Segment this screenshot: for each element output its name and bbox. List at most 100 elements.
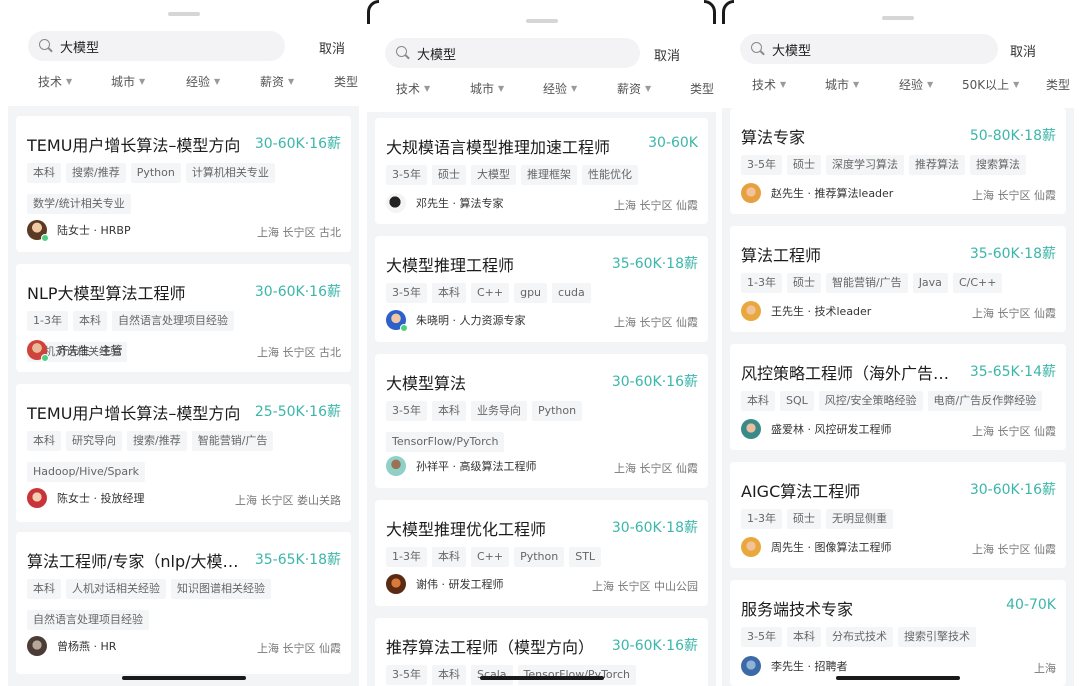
job-tag: 硕士 (431, 165, 466, 185)
cancel-button[interactable]: 取消 (1010, 41, 1036, 60)
chevron-down-icon: ▼ (498, 84, 505, 93)
chevron-down-icon: ▼ (424, 84, 431, 93)
job-salary: 35-60K·18薪 (969, 246, 1056, 262)
sheet-grabber[interactable] (525, 19, 558, 23)
job-tag: STL (569, 547, 602, 567)
recruiter: 李先生 · 招聘者 (741, 655, 848, 677)
job-title: 算法专家 (741, 128, 806, 147)
filter-label: 技术 (396, 82, 421, 96)
job-card[interactable]: TEMU用户增长算法–模型方向 25-50K·16薪 本科 研究导向 搜索/推荐 智能… (16, 384, 351, 522)
job-card[interactable]: 算法工程师 35-60K·18薪 1-3年 硕士 智能营销/广告 Java C/C++ … (730, 226, 1066, 332)
job-tag: 深度学习算法 (825, 155, 904, 175)
job-tag: 3-5年 (386, 665, 427, 685)
filter-type[interactable]: 类型 (334, 73, 358, 90)
filter-label: 城市 (825, 78, 850, 92)
job-tags: 3-5年 硕士 大模型 推理框架 性能优化 (386, 163, 698, 194)
filter-experience[interactable]: 经验 ▼ (543, 80, 577, 97)
job-salary: 30-60K·16薪 (254, 136, 341, 152)
recruiter: 孙祥平 · 高级算法工程师 (386, 455, 537, 477)
job-tag: 搜索算法 (969, 155, 1026, 175)
job-tag: gpu (514, 283, 548, 303)
filter-tech[interactable]: 技术 ▼ (752, 76, 786, 93)
job-tag: 1-3年 (741, 509, 782, 529)
job-tag: 计算机相关专业 (185, 163, 275, 183)
home-indicator (836, 676, 960, 680)
job-card[interactable]: 服务端技术专家 40-70K 3-5年 本科 分布式技术 搜索引擎技术 李先生 · 招… (730, 580, 1066, 686)
filter-salary[interactable]: 50K以上 ▼ (962, 76, 1019, 93)
filter-type[interactable]: 类型 (1046, 76, 1070, 93)
job-tag: Python (130, 163, 181, 183)
recruiter: 曾杨燕 · HR (27, 635, 116, 657)
job-tag: 3-5年 (741, 627, 782, 647)
recruiter-name: 曾杨燕 · HR (57, 640, 117, 653)
search-input[interactable]: 大模型 (740, 34, 998, 64)
filter-type[interactable]: 类型 (690, 80, 714, 97)
recruiter-name: 赵先生 · 推荐算法leader (771, 187, 894, 200)
screen-corner (704, 0, 716, 24)
job-tag: 人机对话相关经验 (66, 579, 166, 599)
job-title: 算法工程师 (741, 246, 822, 265)
filter-city[interactable]: 城市 ▼ (825, 76, 859, 93)
job-location: 上海 长宁区 仙霞 (614, 316, 698, 329)
filter-label: 50K以上 (962, 78, 1010, 92)
job-card[interactable]: 算法专家 50-80K·18薪 3-5年 硕士 深度学习算法 推荐算法 搜索算法 赵先生… (730, 108, 1066, 214)
screen-corner (367, 0, 379, 24)
search-input[interactable]: 大模型 (28, 31, 285, 61)
job-tag: 无明显侧重 (825, 509, 893, 529)
job-location: 上海 长宁区 中山公园 (592, 580, 698, 593)
job-tag: 本科 (27, 579, 61, 599)
job-tag: Python (531, 401, 583, 421)
filter-label: 类型 (334, 75, 359, 89)
filter-salary[interactable]: 薪资 ▼ (617, 80, 651, 97)
recruiter: 朱晓明 · 人力资源专家 (386, 309, 526, 332)
job-card[interactable]: 算法工程师/专家（nlp/大模… 35-65K·18薪 本科 人机对话相关经验 知识… (16, 532, 351, 674)
recruiter: 赵先生 · 推荐算法leader (741, 182, 893, 204)
sheet-grabber[interactable] (882, 16, 914, 20)
job-tag: 数学/统计相关专业 (27, 194, 131, 214)
chevron-down-icon: ▼ (66, 77, 73, 86)
job-tag: 硕士 (786, 509, 821, 529)
filter-experience[interactable]: 经验 ▼ (186, 73, 220, 90)
job-card[interactable]: 大模型推理优化工程师 30-60K·18薪 1-3年 本科 C++ Python STL… (375, 500, 708, 606)
job-tag: C/C++ (952, 273, 1003, 293)
search-header: 大模型 取消 技术 ▼ 城市 ▼ 经验 ▼ 50K以上 ▼ 类型 (722, 0, 1074, 108)
filter-tech[interactable]: 技术 ▼ (38, 73, 72, 90)
job-card[interactable]: 大模型推理工程师 35-60K·18薪 3-5年 本科 C++ gpu cuda 朱晓明… (375, 236, 708, 342)
job-card[interactable]: 大规模语言模型推理加速工程师 30-60K 3-5年 硕士 大模型 推理框架 性能优化 … (375, 118, 708, 224)
job-tag: 分布式技术 (825, 627, 893, 647)
job-title: 大模型推理优化工程师 (386, 520, 547, 539)
cancel-button[interactable]: 取消 (319, 38, 345, 57)
job-tag: 研究导向 (66, 431, 122, 451)
filter-salary[interactable]: 薪资 ▼ (260, 73, 294, 90)
online-indicator (400, 324, 408, 332)
job-title: 大规模语言模型推理加速工程师 (386, 138, 611, 157)
job-card[interactable]: AIGC算法工程师 30-60K·16薪 1-3年 硕士 无明显侧重 周先生 · 图… (730, 462, 1066, 568)
filter-bar: 技术 ▼ 城市 ▼ 经验 ▼ 50K以上 ▼ 类型 (722, 76, 1074, 94)
search-input[interactable]: 大模型 (385, 38, 640, 68)
job-title: 算法工程师/专家（nlp/大模… (27, 552, 239, 571)
online-indicator (41, 354, 49, 362)
cancel-button[interactable]: 取消 (654, 45, 680, 64)
job-title: 大模型算法 (386, 374, 467, 393)
job-tag: 搜索引擎技术 (897, 627, 976, 647)
job-tag: 硕士 (786, 273, 821, 293)
recruiter: 邓先生 · 算法专家 (386, 192, 504, 214)
filter-city[interactable]: 城市 ▼ (111, 73, 145, 90)
job-tag: TensorFlow/PyTorch (517, 665, 636, 685)
recruiter-name: 王先生 · 技术leader (771, 305, 872, 318)
job-tag: TensorFlow/PyTorch (386, 432, 505, 452)
avatar (386, 574, 406, 594)
job-card[interactable]: NLP大模型算法工程师 30-60K·16薪 1-3年 本科 自然语言处理项目经验人… (16, 264, 351, 372)
job-title: NLP大模型算法工程师 (27, 284, 186, 303)
filter-tech[interactable]: 技术 ▼ (396, 80, 430, 97)
job-card[interactable]: 大模型算法 30-60K·16薪 3-5年 本科 业务导向 Python TensorF… (375, 354, 708, 488)
sheet-grabber[interactable] (167, 12, 200, 16)
job-tag: 3-5年 (386, 283, 427, 303)
chevron-down-icon: ▼ (927, 80, 934, 89)
recruiter-name: 齐先生 · 主管 (57, 344, 123, 357)
filter-experience[interactable]: 经验 ▼ (899, 76, 933, 93)
job-location: 上海 (1034, 662, 1056, 675)
filter-city[interactable]: 城市 ▼ (470, 80, 504, 97)
job-card[interactable]: 风控策略工程师（海外广告… 35-65K·14薪 本科 SQL 风控/安全策略经验电… (730, 344, 1066, 450)
job-card[interactable]: TEMU用户增长算法–模型方向 30-60K·16薪 本科 搜索/推荐 Python… (16, 116, 351, 252)
